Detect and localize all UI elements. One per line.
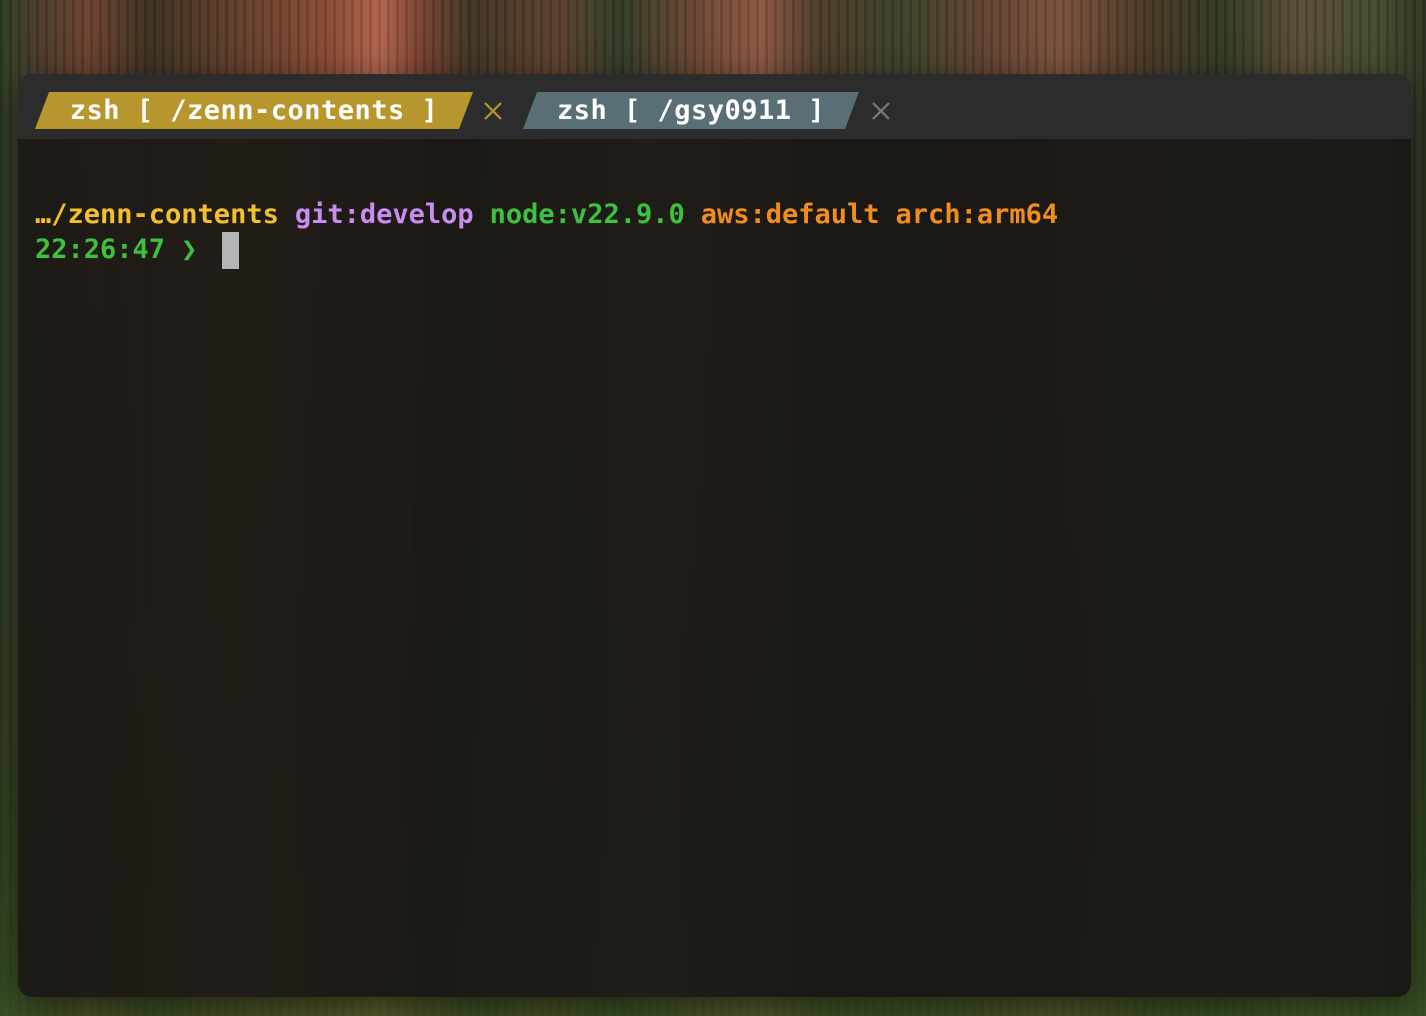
prompt-path: …/zenn-contents	[35, 199, 279, 230]
tab-gsy0911[interactable]: zsh [ /gsy0911 ]	[523, 92, 859, 129]
prompt-git-branch: git:develop	[294, 199, 474, 230]
tab-label: zsh [ /gsy0911 ]	[556, 95, 826, 126]
prompt-input-line: 22:26:47 ❯	[35, 231, 197, 268]
close-icon[interactable]	[481, 99, 505, 123]
prompt-symbol: ❯	[181, 234, 198, 265]
prompt-node-version: node:v22.9.0	[489, 199, 685, 230]
terminal-output[interactable]: …/zenn-contents git:develop node:v22.9.0 aw…	[18, 139, 1411, 997]
tab-zenn-contents[interactable]: zsh [ /zenn-contents ]	[35, 92, 473, 129]
terminal-cursor[interactable]	[222, 232, 239, 269]
close-icon[interactable]	[869, 99, 893, 123]
prompt-time: 22:26:47	[35, 234, 166, 265]
prompt-arch: arch:arm64	[895, 199, 1059, 230]
tab-bar: zsh [ /zenn-contents ] zsh [ /gsy0911 ]	[18, 74, 1411, 139]
terminal-window: zsh [ /zenn-contents ] zsh [ /gsy0911 ] …	[18, 74, 1411, 997]
prompt-aws-profile: aws:default	[700, 199, 880, 230]
tab-label: zsh [ /zenn-contents ]	[69, 95, 439, 126]
prompt-status-line: …/zenn-contents git:develop node:v22.9.0 aw…	[35, 196, 1058, 233]
